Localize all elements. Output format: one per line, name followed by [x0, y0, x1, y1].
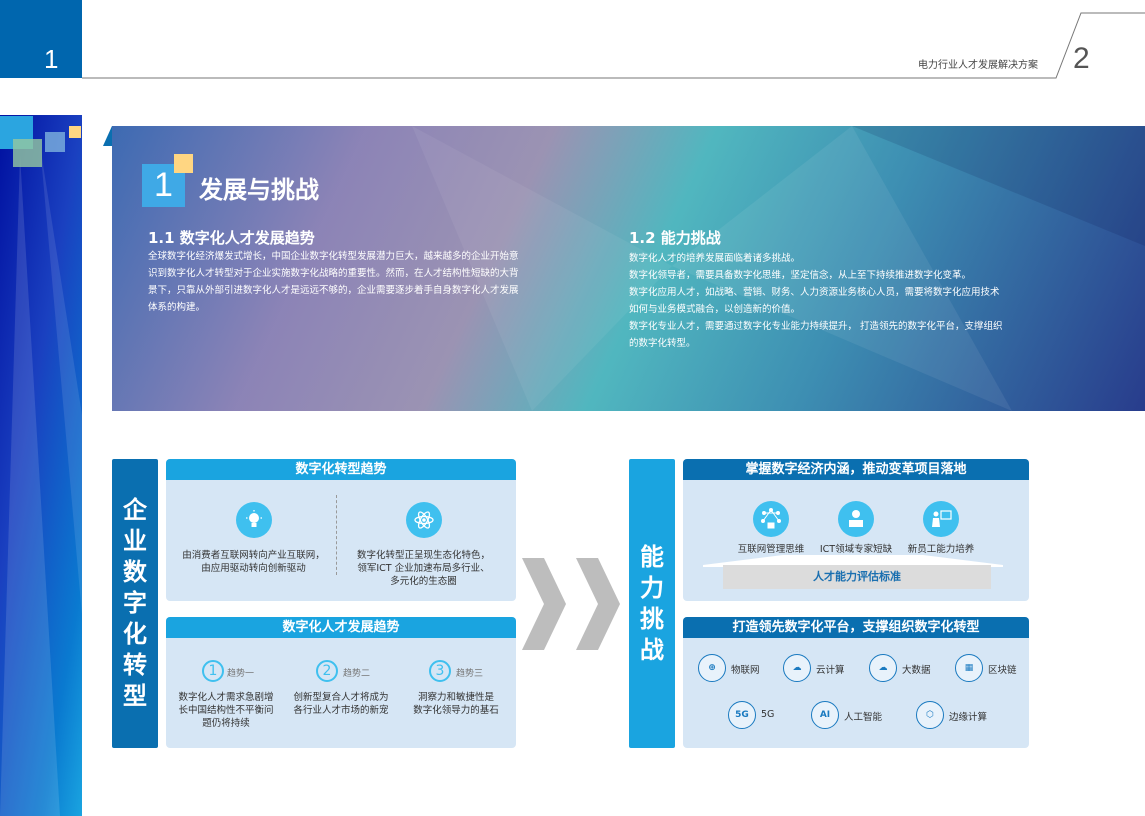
trend-number-2: 2 [316, 660, 338, 682]
subsection-title-trends: 1.1 数字化人才发展趋势 [148, 229, 315, 247]
trend-item: 创新型复合人才将成为 各行业人才市场的新宠 [286, 691, 396, 717]
tech-label: 云计算 [816, 665, 845, 676]
divider [336, 495, 337, 575]
label-char: 企 [123, 496, 147, 524]
panel-title: 打造领先数字化平台，支撑组织数字化转型 [683, 617, 1029, 638]
text-line: 长中国结构性不平衡问 [178, 705, 274, 716]
label-char: 战 [640, 635, 664, 664]
banner-corner [103, 126, 112, 146]
edge-computing-icon: ⬡ [916, 701, 944, 729]
section-title: 发展与挑战 [199, 176, 319, 204]
text-line: 数字化人才需求急剧增 [178, 692, 274, 703]
label-char: 数 [123, 558, 147, 586]
decor-square [69, 126, 81, 138]
enterprise-transformation-label: 企业数字化转型 [112, 459, 158, 748]
decor-square [45, 132, 65, 152]
trend-number-3: 3 [429, 660, 451, 682]
text-line: 数字化应用人才，如战略、营销、财务、人力资源业务核心人员，需要将数字化应用技术 [629, 287, 1000, 298]
trend-item: 数字化人才需求急剧增 长中国结构性不平衡问 题仍将持续 [171, 691, 281, 730]
text-line: 洞察力和敏捷性是 [417, 692, 494, 703]
text-line: 创新型复合人才将成为 [293, 692, 389, 703]
label-char: 业 [123, 527, 147, 555]
tech-label: 区块链 [988, 665, 1017, 676]
label-char: 力 [640, 573, 664, 602]
text-line: 各行业人才市场的新宠 [293, 705, 389, 716]
document-title: 电力行业人才发展解决方案 [918, 60, 1038, 71]
network-icon [753, 501, 789, 537]
subsection-title-challenges: 1.2 能力挑战 [629, 229, 721, 247]
trend-item: 由消费者互联网转向产业互联网， 由应用驱动转向创新驱动 [171, 549, 336, 575]
tech-label: 大数据 [902, 665, 931, 676]
decor-square [174, 154, 193, 173]
trend-item: 洞察力和敏捷性是 数字化领导力的基石 [401, 691, 511, 717]
teacher-icon [923, 501, 959, 537]
trend-label: 趋势三 [456, 669, 484, 679]
ai-icon: AI [811, 701, 839, 729]
expert-icon [838, 501, 874, 537]
big-data-icon: ☁ [869, 654, 897, 682]
text-line: 全球数字化经济爆发式增长，中国企业数字化转型发展潜力巨大，越来越多的企业开始意 [148, 251, 519, 262]
blockchain-icon: ▦ [955, 654, 983, 682]
talent-development-trends-panel: 数字化人才发展趋势 1 趋势一 2 趋势二 3 趋势三 数字化人才需求急剧增 长中… [166, 617, 516, 748]
trends-paragraph: 全球数字化经济爆发式增长，中国企业数字化转型发展潜力巨大，越来越多的企业开始意识… [148, 248, 519, 316]
text-line: 题仍将持续 [202, 718, 250, 729]
text-line: 由应用驱动转向创新驱动 [201, 563, 306, 574]
iot-icon: ⊕ [698, 654, 726, 682]
header-rule [82, 12, 1145, 79]
panel-title: 数字化转型趋势 [166, 459, 516, 480]
text-line: 的数字化转型。 [629, 338, 696, 349]
tech-label: 物联网 [731, 665, 760, 676]
decor-square [13, 139, 42, 167]
digital-economy-panel: 掌握数字经济内涵，推动变革项目落地 互联网管理思维 ICT领域专家短缺 新员工能… [683, 459, 1029, 601]
capability-challenges-label: 能力挑战 [629, 459, 675, 748]
label-char: 能 [640, 542, 664, 571]
text-line: 数字化专业人才，需要通过数字化专业能力持续提升， 打造领先的数字化平台，支撑组织 [629, 321, 1003, 332]
text-line: 如何与业务模式融合，以创造新的价值。 [629, 304, 801, 315]
label-char: 型 [123, 682, 147, 710]
digital-platform-panel: 打造领先数字化平台，支撑组织数字化转型 ⊕ 物联网 ☁ 云计算 ☁ 大数据 ▦ 区块链 5G 5G… [683, 617, 1029, 748]
digital-transformation-trends-panel: 数字化转型趋势 由消费者互联网转向产业互联网， 由应用驱动转向创新驱动 数字化转型… [166, 459, 516, 601]
cloud-computing-icon: ☁ [783, 654, 811, 682]
text-line: 由消费者互联网转向产业互联网， [182, 550, 325, 561]
text-line: 体系的构建。 [148, 302, 206, 313]
challenges-paragraph: 数字化人才的培养发展面临着诸多挑战。数字化领导者，需要具备数字化思维，坚定信念，… [629, 250, 1003, 352]
text-line: 数字化转型正呈现生态化特色， [356, 550, 490, 561]
page-number-right: 2 [1073, 42, 1090, 75]
panel-title: 数字化人才发展趋势 [166, 617, 516, 638]
trend-number-1: 1 [202, 660, 224, 682]
chevron-right-icon [522, 558, 620, 650]
lightbulb-icon [236, 502, 272, 538]
text-line: 多元化的生态圈 [390, 576, 457, 587]
text-line: 识到数字化人才转型对于企业实施数字化战略的重要性。然而，在人才结构性短缺的大背 [148, 268, 519, 279]
talent-assessment-standard: 人才能力评估标准 [723, 565, 991, 589]
text-line: 数字化领导者，需要具备数字化思维，坚定信念，从上至下持续推进数字化变革。 [629, 270, 972, 281]
5g-icon: 5G [728, 701, 756, 729]
trend-label: 趋势一 [227, 669, 255, 679]
trend-label: 趋势二 [343, 669, 371, 679]
trend-item: 数字化转型正呈现生态化特色， 领军ICT 企业加速布局多行业、 多元化的生态圈 [341, 549, 506, 588]
label-char: 挑 [640, 604, 664, 633]
text-line: 景下，只靠从外部引进数字化人才是远远不够的，企业需要逐步着手自身数字化人才发展 [148, 285, 519, 296]
tech-label: 边缘计算 [949, 712, 988, 723]
text-line: 数字化人才的培养发展面临着诸多挑战。 [629, 253, 801, 264]
tech-label: 5G [761, 709, 775, 720]
text-line: 领军ICT 企业加速布局多行业、 [357, 563, 490, 574]
decorative-side-strip [0, 115, 82, 816]
section-banner: 1 发展与挑战 1.1 数字化人才发展趋势 全球数字化经济爆发式增长，中国企业数… [112, 126, 1145, 411]
label-char: 化 [123, 620, 147, 648]
label-char: 转 [123, 651, 147, 679]
atom-icon [406, 502, 442, 538]
tech-label: 人工智能 [844, 712, 883, 723]
panel-title: 掌握数字经济内涵，推动变革项目落地 [683, 459, 1029, 480]
label-char: 字 [123, 589, 147, 617]
text-line: 数字化领导力的基石 [413, 705, 499, 716]
